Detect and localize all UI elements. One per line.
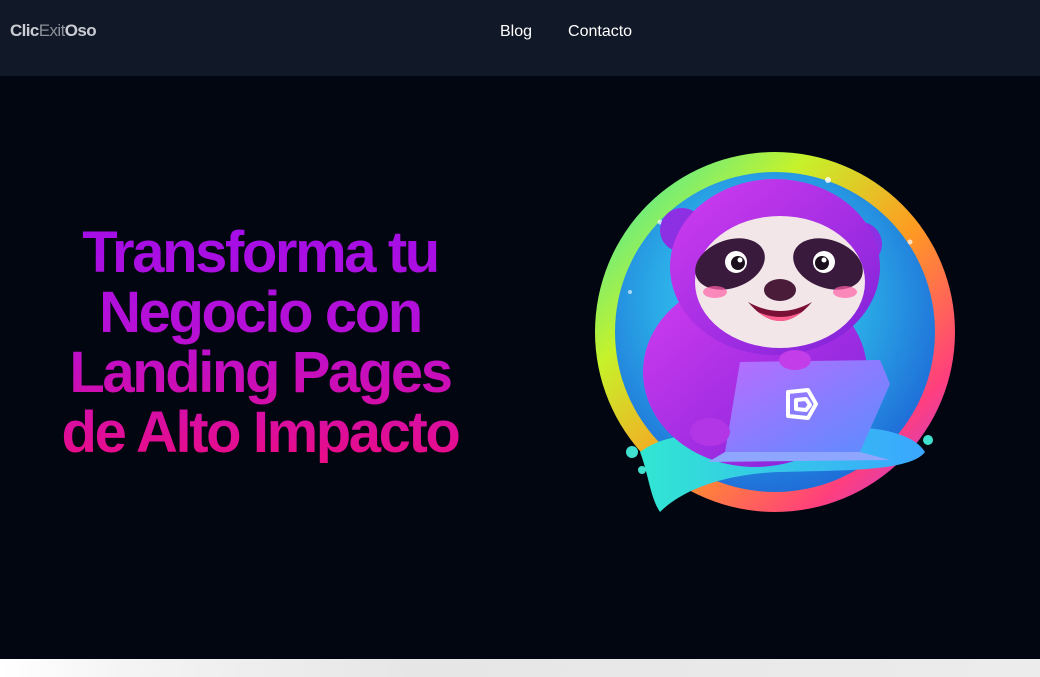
sloth-mascot-illustration [595, 152, 955, 512]
site-logo[interactable]: ClicExitOso [10, 21, 97, 41]
logo-text-exit: Exit [38, 21, 66, 40]
top-navigation-bar: ClicExitOso Blog Contacto [0, 0, 1040, 76]
logo-text-clic: Clic [10, 21, 39, 40]
hero-headline-line-1: Transforma tu [82, 220, 438, 285]
main-nav: Blog Contacto [500, 22, 632, 42]
hero-headline-line-4: de Alto Impacto [61, 400, 459, 465]
nav-link-blog[interactable]: Blog [500, 22, 532, 42]
page: ClicExitOso Blog Contacto Transforma tu … [0, 0, 1040, 677]
hero-headline: Transforma tu Negocio con Landing Pages … [20, 223, 500, 463]
hero-section: Transforma tu Negocio con Landing Pages … [0, 76, 1040, 659]
next-section-edge [0, 659, 1040, 677]
hero-headline-line-2: Negocio con [99, 280, 421, 345]
logo-text-oso: Oso [64, 21, 97, 40]
hero-headline-line-3: Landing Pages [69, 340, 451, 405]
nav-link-contacto[interactable]: Contacto [568, 22, 632, 42]
